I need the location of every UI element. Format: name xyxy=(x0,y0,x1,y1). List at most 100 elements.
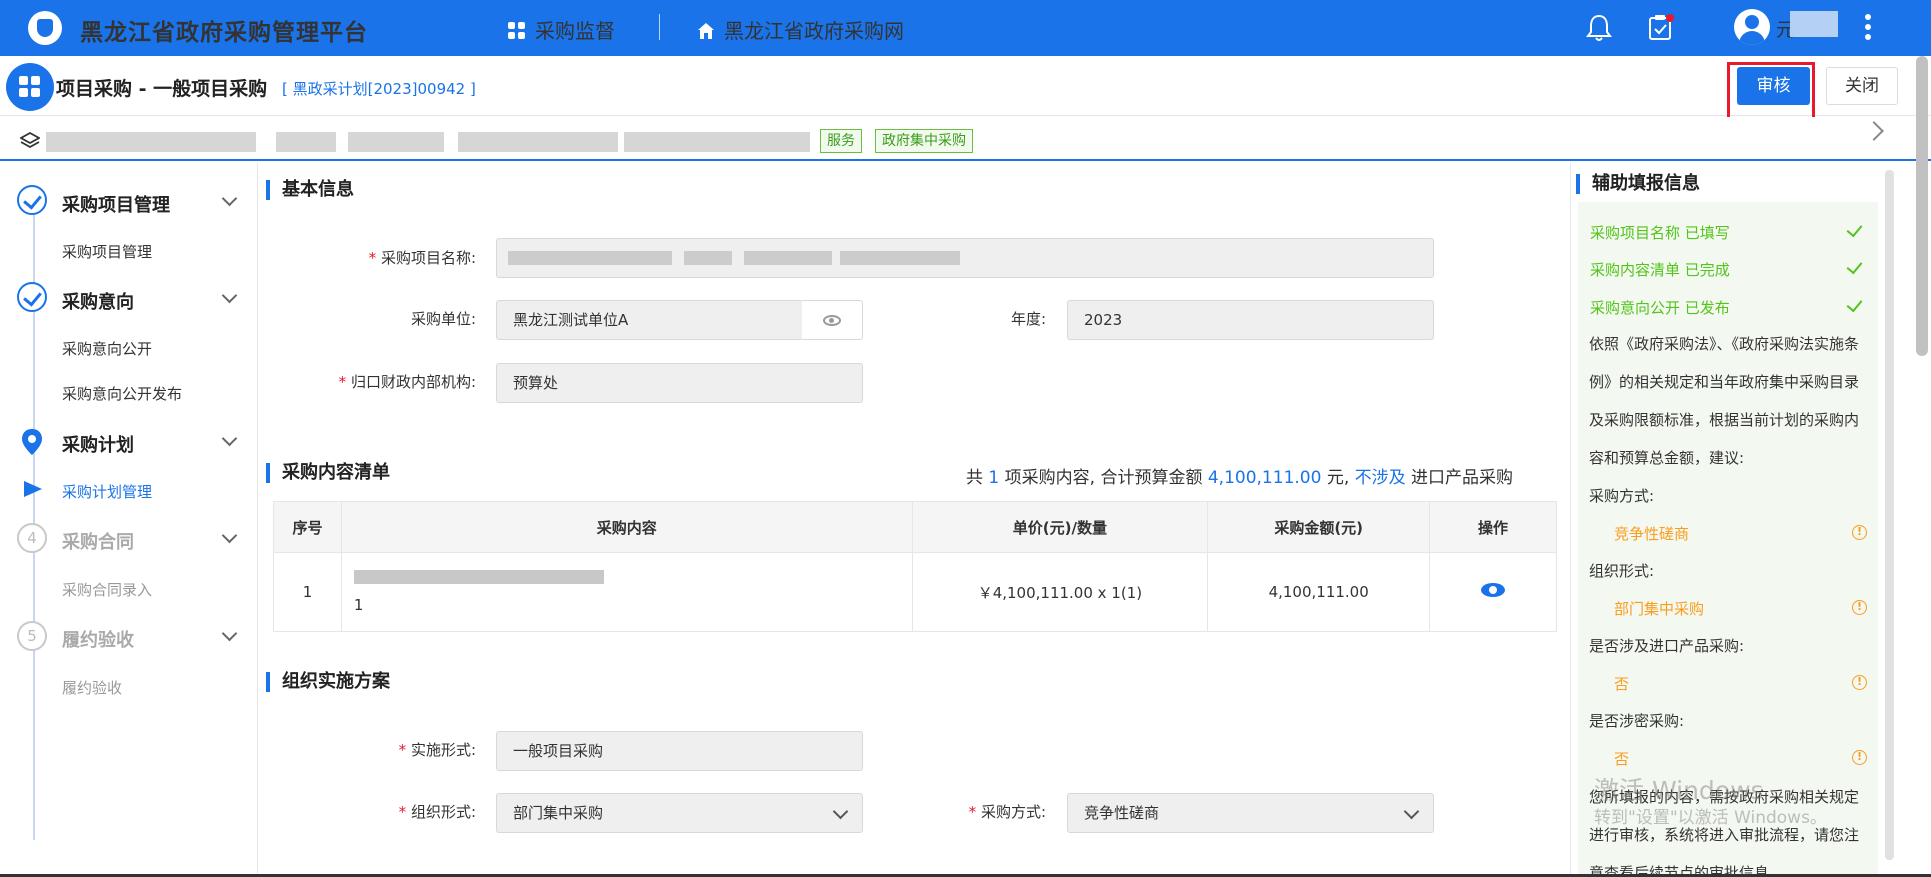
nav-monitor[interactable]: 采购监督 xyxy=(508,15,615,44)
page-scrollbar[interactable] xyxy=(1916,56,1928,356)
nav-site-label: 黑龙江省政府采购网 xyxy=(724,19,904,43)
plan-code[interactable]: [ 黑政采计划[2023]00942 ] xyxy=(282,78,476,99)
blurred-project-name xyxy=(744,251,832,265)
user-name-blurred xyxy=(1790,11,1838,37)
view-icon[interactable] xyxy=(1481,583,1506,597)
advice-value: 否 xyxy=(1614,750,1630,768)
step-title[interactable]: 采购计划 xyxy=(62,431,134,457)
sidebar-item[interactable]: 采购合同录入 xyxy=(62,579,152,600)
step-number: 5 xyxy=(17,621,47,651)
category-tag: 服务 xyxy=(820,129,862,153)
dept-label: * 归口财政内部机构: xyxy=(338,373,476,391)
blurred-content xyxy=(353,570,604,584)
step-done-icon xyxy=(17,282,47,312)
step-title[interactable]: 采购合同 xyxy=(62,528,134,554)
step-done-icon xyxy=(17,185,47,215)
app-grid-icon xyxy=(6,63,54,111)
project-name-label: * 采购项目名称: xyxy=(368,249,476,267)
method-label: * 采购方式: xyxy=(968,803,1046,821)
advice-label: 采购方式: xyxy=(1589,487,1655,505)
layers-icon xyxy=(19,131,41,155)
platform-logo-icon xyxy=(28,11,62,45)
row-content-line: 1 xyxy=(353,596,364,614)
column-header: 采购内容 xyxy=(340,501,913,553)
close-button[interactable]: 关闭 xyxy=(1826,67,1898,105)
dept-field[interactable]: 预算处 xyxy=(496,363,863,403)
warning-icon: ! xyxy=(1852,600,1867,615)
bell-icon[interactable] xyxy=(1584,12,1614,44)
column-header: 操作 xyxy=(1429,501,1557,553)
column-header: 单价(元)/数量 xyxy=(911,501,1209,553)
step-title[interactable]: 采购意向 xyxy=(62,288,134,314)
advice-label: 组织形式: xyxy=(1589,562,1655,580)
advice-label: 是否涉及进口产品采购: xyxy=(1589,637,1745,655)
sidebar-item[interactable]: 履约验收 xyxy=(62,677,122,698)
check-item: 采购项目名称 已填写 xyxy=(1590,224,1730,242)
home-icon xyxy=(697,21,715,39)
blurred-info xyxy=(458,132,618,152)
more-menu-icon[interactable] xyxy=(1864,12,1872,44)
sidebar-item-active[interactable]: 采购计划管理 xyxy=(62,481,152,502)
impl-field[interactable]: 一般项目采购 xyxy=(496,731,863,771)
step-sidebar xyxy=(0,163,258,877)
unit-field[interactable]: 黑龙江测试单位A xyxy=(496,300,803,340)
user-avatar[interactable] xyxy=(1734,9,1770,45)
check-item: 采购意向公开 已发布 xyxy=(1590,299,1730,317)
assist-advice: 依照《政府采购法》、《政府采购法实施条例》的相关规定和当年政府集中采购目录及采购… xyxy=(1589,335,1860,467)
advice-value: 部门集中采购 xyxy=(1614,600,1705,618)
impl-label: * 实施形式: xyxy=(398,741,476,759)
procurement-type-tag: 政府集中采购 xyxy=(875,129,973,153)
year-field[interactable]: 2023 xyxy=(1067,300,1434,340)
content-summary: 共 1 项采购内容, 合计预算金额 4,100,111.00 元, 不涉及 进口… xyxy=(966,468,1514,488)
sidebar-item[interactable]: 采购意向公开发布 xyxy=(62,383,182,404)
method-select[interactable]: 竞争性磋商 xyxy=(1067,793,1434,833)
row-index: 1 xyxy=(273,552,342,632)
unit-view-button[interactable] xyxy=(802,300,863,340)
warning-icon: ! xyxy=(1852,750,1867,765)
location-pin-icon xyxy=(19,427,45,457)
page-title: 项目采购 - 一般项目采购 xyxy=(56,78,268,100)
column-header: 采购金额(元) xyxy=(1207,501,1431,553)
section-title-basic: 基本信息 xyxy=(266,180,354,200)
grid-icon xyxy=(508,21,526,39)
blurred-project-name xyxy=(840,251,960,265)
blurred-info xyxy=(46,132,256,152)
row-price-qty: ￥4,100,111.00 x 1(1) xyxy=(911,552,1209,632)
table-row: 1 1 ￥4,100,111.00 x 1(1) 4,100,111.00 xyxy=(273,552,1557,632)
nav-divider xyxy=(659,14,660,40)
audit-highlight-frame xyxy=(1727,62,1815,122)
advice-value: 竞争性磋商 xyxy=(1614,525,1690,543)
row-amount: 4,100,111.00 xyxy=(1207,552,1431,632)
row-action xyxy=(1429,552,1557,632)
org-select[interactable]: 部门集中采购 xyxy=(496,793,863,833)
step-title[interactable]: 履约验收 xyxy=(62,626,134,652)
nav-procurement-site[interactable]: 黑龙江省政府采购网 xyxy=(697,15,904,44)
warning-icon: ! xyxy=(1852,675,1867,690)
step-title[interactable]: 采购项目管理 xyxy=(62,191,170,217)
assist-title: 辅助填报信息 xyxy=(1576,174,1700,194)
column-header: 序号 xyxy=(273,501,342,553)
advice-value: 否 xyxy=(1614,675,1630,693)
year-label: 年度: xyxy=(1010,310,1046,328)
windows-watermark: 激活 Windows xyxy=(1594,776,1764,805)
sidebar-item[interactable]: 采购意向公开 xyxy=(62,338,152,359)
content-table: 序号 采购内容 单价(元)/数量 采购金额(元) 操作 1 1 ￥4,100,1… xyxy=(273,501,1557,632)
blurred-project-name xyxy=(684,251,732,265)
panel-scrollbar[interactable] xyxy=(1885,170,1894,860)
active-arrow-icon xyxy=(24,481,42,497)
unit-label: 采购单位: xyxy=(410,310,476,328)
blurred-project-name xyxy=(508,251,672,265)
org-label: * 组织形式: xyxy=(398,803,476,821)
task-icon[interactable] xyxy=(1646,12,1676,44)
eye-icon xyxy=(823,315,841,326)
blurred-info xyxy=(624,132,810,152)
warning-icon: ! xyxy=(1852,525,1867,540)
advice-label: 是否涉密采购: xyxy=(1589,712,1685,730)
blurred-info xyxy=(348,132,444,152)
sidebar-item[interactable]: 采购项目管理 xyxy=(62,241,152,262)
check-item: 采购内容清单 已完成 xyxy=(1590,261,1730,279)
nav-monitor-label: 采购监督 xyxy=(535,19,615,43)
blurred-info xyxy=(276,132,336,152)
windows-watermark-sub: 转到"设置"以激活 Windows。 xyxy=(1594,808,1827,828)
app-title: 黑龙江省政府采购管理平台 xyxy=(80,20,368,46)
